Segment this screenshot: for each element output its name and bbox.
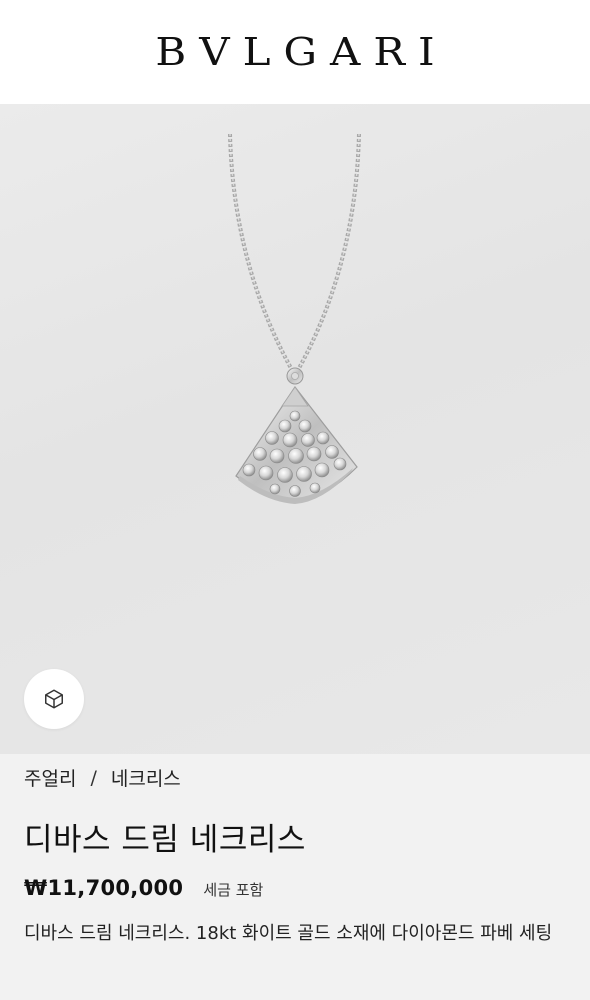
product-title: 디바스 드림 네크리스 <box>24 822 306 858</box>
breadcrumb-item-necklace[interactable]: 네크리스 <box>111 764 181 791</box>
product-info: 주얼리 / 네크리스 디바스 드림 네크리스 ₩11,700,000 세금 포함… <box>0 754 590 1000</box>
brand-logo[interactable]: BVLGARI <box>142 32 447 72</box>
view-3d-button[interactable] <box>24 669 84 729</box>
product-image-area[interactable] <box>0 104 590 754</box>
breadcrumb-item-jewelry[interactable]: 주얼리 <box>24 764 76 791</box>
site-header: BVLGARI <box>0 0 590 104</box>
breadcrumb-separator: / <box>90 766 97 789</box>
price-row: ₩11,700,000 세금 포함 <box>24 876 263 900</box>
necklace-product-image <box>228 133 361 504</box>
product-price: ₩11,700,000 <box>24 876 184 900</box>
product-description: 디바스 드림 네크리스. 18kt 화이트 골드 소재에 다이아몬드 파베 세팅 <box>24 923 553 944</box>
cube-icon <box>45 689 63 709</box>
tax-note: 세금 포함 <box>203 881 264 899</box>
product-page: BVLGARI 주얼리 / 네크리스 디바스 드림 네크리스 ₩11,700,0… <box>0 0 590 1000</box>
breadcrumb: 주얼리 / 네크리스 <box>24 764 181 791</box>
